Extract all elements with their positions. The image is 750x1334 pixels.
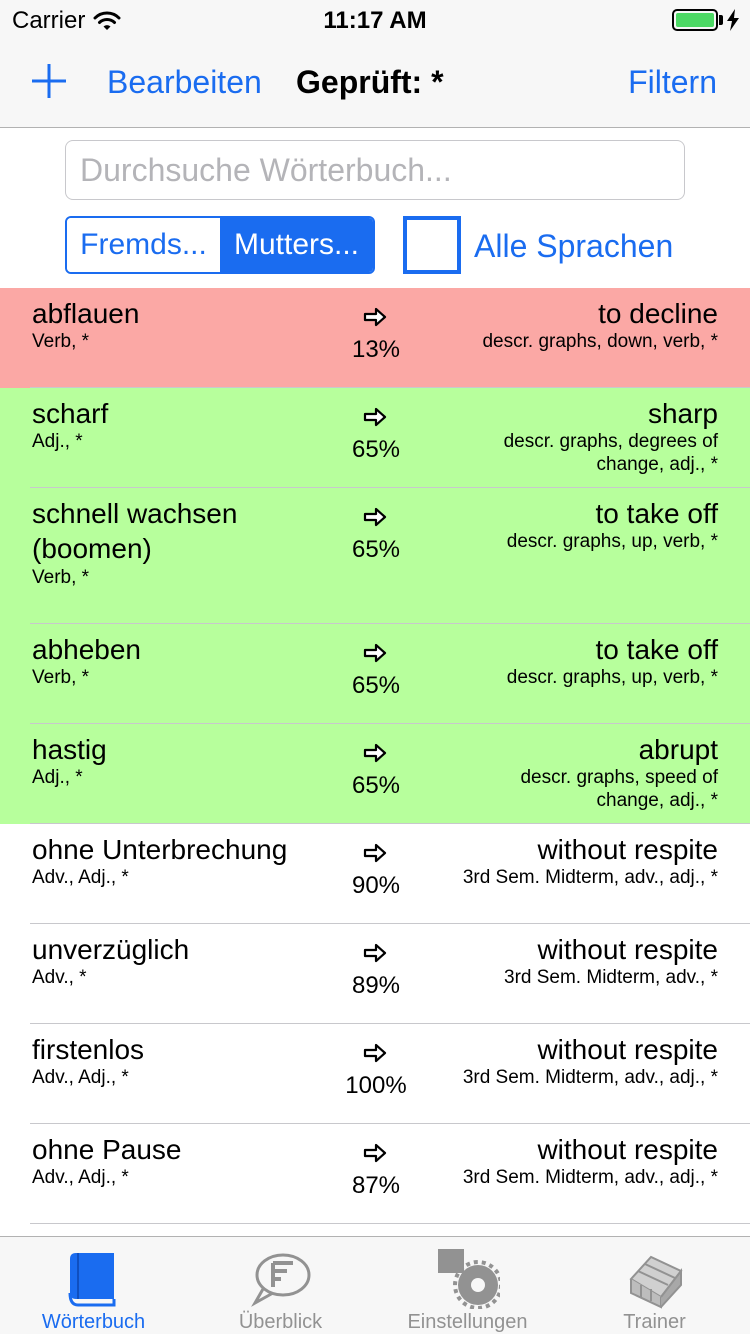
translation-tags: descr. graphs, down, verb, * <box>482 331 718 352</box>
term-text: scharf <box>32 398 109 429</box>
translation-tags: descr. graphs, degrees of change, adj., … <box>503 431 718 475</box>
speech-bubble-icon <box>250 1253 310 1307</box>
translation-tags: descr. graphs, speed of change, adj., * <box>520 767 718 811</box>
arrow-right-icon <box>363 507 387 527</box>
tab-label: Einstellungen <box>407 1311 528 1333</box>
tab-label: Trainer <box>623 1311 686 1333</box>
segment-foreign[interactable]: Fremds... <box>67 218 220 272</box>
score-percent: 13% <box>351 336 401 363</box>
translation-text: without respite <box>537 1034 718 1065</box>
term-text: unverzüglich <box>32 934 190 965</box>
translation-tags: 3rd Sem. Midterm, adv., * <box>504 967 718 988</box>
translation-text: to take off <box>595 498 718 529</box>
translation-tags: 3rd Sem. Midterm, adv., adj., * <box>462 867 718 888</box>
tab-bar: Wörterbuch Überblick Einstellungen Train… <box>0 1236 750 1334</box>
status-time: 11:17 AM <box>323 7 427 34</box>
tab-woerterbuch[interactable]: Wörterbuch <box>0 1237 187 1334</box>
translation-tags: 3rd Sem. Midterm, adv., adj., * <box>462 1067 718 1088</box>
tab-ueberblick[interactable]: Überblick <box>187 1237 374 1334</box>
list-item[interactable]: hastig Adj., * 65% abrupt descr. graphs, spe… <box>0 724 750 824</box>
translation-text: without respite <box>537 934 718 965</box>
term-word-class: Adv., Adj., * <box>32 1167 129 1188</box>
term-word-class: Adj., * <box>32 431 83 452</box>
all-languages-checkbox[interactable] <box>403 216 461 274</box>
plus-icon[interactable] <box>30 62 68 100</box>
score-percent: 90% <box>351 872 401 899</box>
translation-text: to decline <box>598 298 718 329</box>
translation-tags: 3rd Sem. Midterm, adv., adj., * <box>462 1167 718 1188</box>
translation-text: to take off <box>595 634 718 665</box>
battery-level <box>676 13 714 27</box>
term-text: ohne Pause <box>32 1134 182 1165</box>
arrow-right-icon <box>363 307 387 327</box>
term-word-class: Adv., Adj., * <box>32 867 129 888</box>
arrow-right-icon <box>363 407 387 427</box>
tab-label: Wörterbuch <box>41 1311 146 1333</box>
term-word-class: Verb, * <box>32 331 90 352</box>
list-item[interactable]: ohne Unterbrechung Adv., Adj., * 90% withou… <box>0 824 750 924</box>
list-item[interactable]: schnell wachsen (boomen) Verb, * 65% to tak… <box>0 488 750 624</box>
tab-trainer[interactable]: Trainer <box>561 1237 748 1334</box>
list-item[interactable]: abheben Verb, * 65% to take off descr. graph… <box>0 624 750 724</box>
edit-button[interactable]: Bearbeiten <box>107 64 262 101</box>
arrow-right-icon <box>363 743 387 763</box>
greenhouse-icon <box>628 1255 683 1309</box>
score-percent: 100% <box>345 1072 407 1099</box>
term-text: abflauen <box>32 298 140 329</box>
list-item[interactable]: unverzüglich Adv., * 89% without respite 3rd… <box>0 924 750 1024</box>
tab-einstellungen[interactable]: Einstellungen <box>374 1237 561 1334</box>
term-word-class: Adv., * <box>32 967 87 988</box>
term-text: abheben <box>32 634 142 665</box>
score-percent: 87% <box>351 1172 401 1199</box>
translation-text: without respite <box>537 834 718 865</box>
page-title: Geprüft: * <box>296 64 444 100</box>
word-list[interactable]: abflauen Verb, * 13% to decline descr. graph… <box>0 288 750 1236</box>
tab-label: Überblick <box>238 1311 323 1333</box>
term-text: ohne Unterbrechung <box>32 834 288 865</box>
score-percent: 65% <box>351 672 401 699</box>
filter-button[interactable]: Filtern <box>628 64 717 101</box>
arrow-right-icon <box>363 843 387 863</box>
translation-text: without respite <box>537 1134 718 1165</box>
score-percent: 65% <box>351 772 401 799</box>
term-word-class: Verb, * <box>32 667 90 688</box>
term-word-class: Adv., Adj., * <box>32 1067 129 1088</box>
score-percent: 89% <box>351 972 401 999</box>
list-item[interactable]: firstenlos Adv., Adj., * 100% without respi… <box>0 1024 750 1124</box>
translation-text: abrupt <box>638 734 718 765</box>
translation-tags: descr. graphs, up, verb, * <box>506 667 718 688</box>
term-word-class: Adj., * <box>32 767 83 788</box>
list-item[interactable]: scharf Adj., * 65% sharp descr. graphs, degr… <box>0 388 750 488</box>
arrow-right-icon <box>363 1043 387 1063</box>
battery-nub <box>719 15 723 25</box>
term-word-class: Verb, * <box>32 567 90 588</box>
charging-bolt-icon <box>727 9 739 31</box>
status-bar: Carrier 11:17 AM <box>0 0 750 40</box>
all-languages-label[interactable]: Alle Sprachen <box>474 228 673 265</box>
book-icon <box>68 1253 115 1307</box>
arrow-right-icon <box>363 1143 387 1163</box>
score-percent: 65% <box>351 436 401 463</box>
search-input[interactable] <box>65 140 685 200</box>
arrow-right-icon <box>363 943 387 963</box>
gears-icon <box>437 1249 500 1309</box>
translation-tags: descr. graphs, up, verb, * <box>506 531 718 552</box>
segment-native[interactable]: Mutters... <box>220 218 373 272</box>
list-item[interactable]: ohne Pause Adv., Adj., * 87% without respit… <box>0 1124 750 1224</box>
score-percent: 65% <box>351 536 401 563</box>
translation-text: sharp <box>647 398 718 429</box>
term-text: hastig <box>32 734 107 765</box>
term-text: firstenlos <box>32 1034 145 1065</box>
term-text: schnell wachsen (boomen) <box>32 498 238 564</box>
battery-icon <box>672 9 718 31</box>
navigation-bar: Bearbeiten Geprüft: * Filtern <box>0 40 750 128</box>
arrow-right-icon <box>363 643 387 663</box>
language-segmented-control: Fremds... Mutters... <box>65 216 375 274</box>
list-item[interactable]: abflauen Verb, * 13% to decline descr. graph… <box>0 288 750 388</box>
